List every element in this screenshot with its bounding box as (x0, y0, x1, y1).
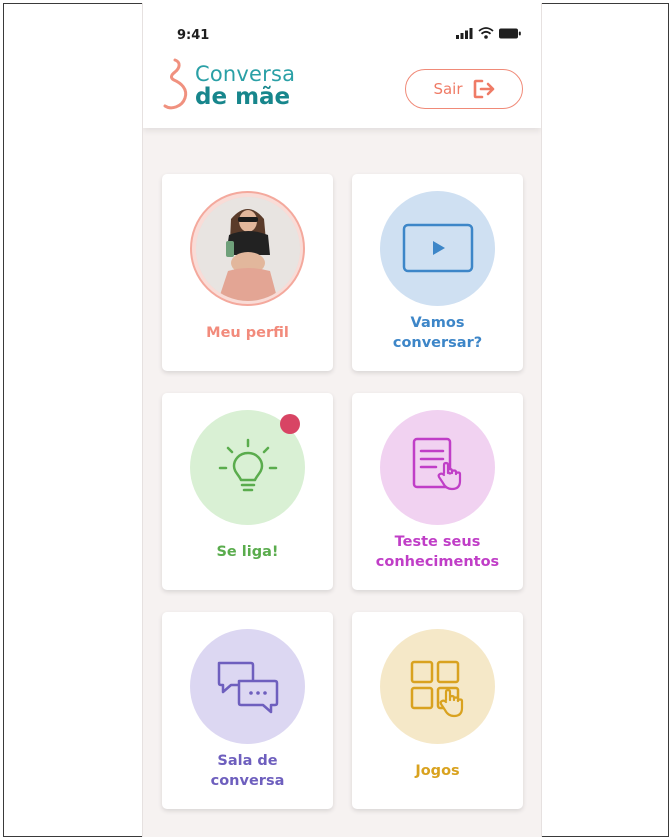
notification-badge (280, 414, 300, 434)
logout-icon (473, 79, 494, 99)
battery-icon (499, 28, 521, 38)
logo-wordmark: Conversa de mãe (195, 64, 295, 109)
quiz-circle (380, 410, 495, 525)
phone-screen: 9:41 Conversa de mãe Sair Meu perfil Vam… (142, 3, 542, 837)
menu-card-label: Teste seus conhecimentos (375, 534, 500, 570)
menu-card-label: Jogos (415, 763, 460, 779)
logo-line-2: de mãe (195, 84, 291, 110)
video-play-icon (402, 223, 473, 272)
menu-card-label: Sala de conversa (210, 753, 285, 789)
menu-card-video[interactable]: Vamos conversar? (352, 174, 523, 371)
games-grid-icon (410, 660, 463, 717)
menu-card-label: Meu perfil (206, 325, 289, 341)
wifi-icon (478, 27, 494, 39)
lightbulb-icon (218, 438, 277, 491)
app-logo: Conversa de mãe (161, 58, 311, 114)
video-circle (380, 191, 495, 306)
app-header: 9:41 Conversa de mãe Sair (143, 3, 541, 128)
menu-card-quiz[interactable]: Teste seus conhecimentos (352, 393, 523, 590)
logout-button[interactable]: Sair (405, 69, 523, 109)
menu-card-tips[interactable]: Se liga! (162, 393, 333, 590)
profile-photo (195, 196, 300, 301)
logout-label: Sair (433, 80, 463, 98)
logo-line-1: Conversa (195, 62, 296, 86)
status-time: 9:41 (177, 28, 210, 43)
quiz-document-icon (412, 437, 461, 490)
games-circle (380, 629, 495, 744)
menu-card-label: Vamos conversar? (392, 315, 483, 351)
chat-circle (190, 629, 305, 744)
menu-card-label: Se liga! (216, 544, 279, 560)
signal-icon (456, 27, 473, 39)
profile-photo-circle (190, 191, 305, 306)
menu-card-profile[interactable]: Meu perfil (162, 174, 333, 371)
menu-card-games[interactable]: Jogos (352, 612, 523, 809)
menu-card-chat[interactable]: Sala de conversa (162, 612, 333, 809)
status-icons (456, 27, 521, 39)
pregnant-silhouette-icon (163, 58, 188, 110)
chat-bubbles-icon (217, 661, 278, 713)
